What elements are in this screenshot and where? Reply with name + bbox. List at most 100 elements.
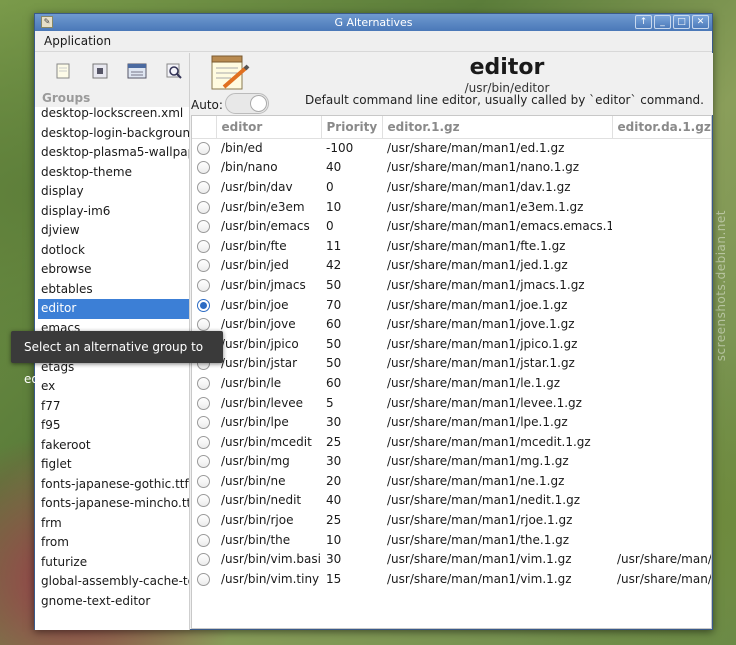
- search-button[interactable]: [160, 59, 188, 83]
- alternative-path-cell: /usr/bin/vim.tiny: [221, 571, 320, 586]
- manpage-da-cell: [612, 158, 711, 178]
- group-item[interactable]: display: [35, 182, 189, 202]
- priority-cell: 50: [326, 336, 342, 351]
- manpage-cell: /usr/share/man/man1/le.1.gz: [387, 375, 561, 390]
- column-header-manpage-da[interactable]: editor.da.1.gz: [612, 116, 711, 139]
- manpage-da-cell: /usr/share/man/da/man1/vim.1.gz: [617, 552, 712, 567]
- radio-cell: [192, 275, 216, 295]
- alternative-radio[interactable]: [197, 161, 210, 175]
- group-item[interactable]: figlet: [35, 455, 189, 475]
- group-item[interactable]: djview: [35, 221, 189, 241]
- alternative-path-cell: /usr/bin/joe: [221, 297, 289, 312]
- column-header-manpage[interactable]: editor.1.gz: [382, 116, 613, 139]
- radio-cell: [192, 373, 216, 393]
- alternative-radio[interactable]: [197, 180, 210, 194]
- priority-cell: 40: [326, 160, 342, 175]
- table-row[interactable]: /usr/bin/rjoe 25/usr/share/man/man1/rjoe.…: [192, 510, 711, 530]
- group-item[interactable]: fonts-japanese-gothic.ttf: [35, 475, 189, 495]
- alternative-radio[interactable]: [197, 416, 210, 430]
- alternative-radio[interactable]: [197, 220, 210, 234]
- minimize-button[interactable]: _: [654, 15, 671, 29]
- table-row[interactable]: /usr/bin/fte 11/usr/share/man/man1/fte.1.…: [192, 236, 711, 256]
- table-row[interactable]: /usr/bin/jpico 50/usr/share/man/man1/jpic…: [192, 334, 711, 354]
- alternative-radio[interactable]: [197, 572, 210, 586]
- table-row[interactable]: /usr/bin/vim.basic 30/usr/share/man/man1/…: [192, 549, 712, 569]
- alternative-radio[interactable]: [197, 200, 210, 214]
- alternative-path-cell: /usr/bin/emacs: [221, 219, 310, 234]
- alternative-radio[interactable]: [197, 396, 210, 410]
- column-header-editor[interactable]: editor: [216, 116, 322, 139]
- maximize-button[interactable]: □: [673, 15, 690, 29]
- group-item[interactable]: global-assembly-cache-tool: [35, 572, 189, 592]
- window-title: G Alternatives: [334, 16, 413, 29]
- alternative-radio[interactable]: [197, 494, 210, 508]
- table-row[interactable]: /usr/bin/le 60/usr/share/man/man1/le.1.gz: [192, 373, 711, 393]
- search-icon: [166, 63, 182, 79]
- auto-toggle[interactable]: [225, 93, 269, 114]
- group-item[interactable]: f77: [35, 397, 189, 417]
- group-item[interactable]: fonts-japanese-mincho.ttf: [35, 494, 189, 514]
- table-row[interactable]: /usr/bin/jove 60/usr/share/man/man1/jove.…: [192, 314, 711, 334]
- table-row[interactable]: /usr/bin/nedit 40/usr/share/man/man1/nedi…: [192, 491, 711, 511]
- group-item[interactable]: f95: [35, 416, 189, 436]
- table-row[interactable]: /usr/bin/the 10/usr/share/man/man1/the.1.…: [192, 530, 711, 550]
- group-item[interactable]: ebrowse: [35, 260, 189, 280]
- alternative-radio[interactable]: [197, 455, 210, 469]
- table-row[interactable]: /usr/bin/levee 5/usr/share/man/man1/levee…: [192, 393, 711, 413]
- table-row[interactable]: /usr/bin/joe 70/usr/share/man/man1/joe.1.…: [192, 295, 711, 315]
- alternative-radio[interactable]: [197, 533, 210, 547]
- priority-cell: 30: [326, 415, 342, 430]
- group-item[interactable]: desktop-plasma5-wallpaper: [35, 143, 189, 163]
- group-item[interactable]: futurize: [35, 553, 189, 573]
- priority-cell: 40: [326, 493, 342, 508]
- manpage-cell: /usr/share/man/man1/the.1.gz: [387, 532, 570, 547]
- table-row[interactable]: /bin/ed -100/usr/share/man/man1/ed.1.gz: [192, 138, 711, 158]
- table-row[interactable]: /usr/bin/lpe 30/usr/share/man/man1/lpe.1.…: [192, 412, 711, 432]
- group-item[interactable]: gnome-text-editor: [35, 592, 189, 612]
- group-item[interactable]: display-im6: [35, 202, 189, 222]
- shade-button[interactable]: ↑: [635, 15, 652, 29]
- alternative-radio[interactable]: [197, 278, 210, 292]
- table-row[interactable]: /usr/bin/emacs 0/usr/share/man/man1/emacs…: [192, 216, 711, 236]
- table-row[interactable]: /usr/bin/mg 30/usr/share/man/man1/mg.1.gz: [192, 452, 711, 472]
- group-item[interactable]: from: [35, 533, 189, 553]
- alternative-radio[interactable]: [197, 376, 210, 390]
- alternative-radio[interactable]: [197, 239, 210, 253]
- watermark-text: screenshots.debian.net: [714, 210, 728, 362]
- alternative-radio[interactable]: [197, 514, 210, 528]
- alternative-path-cell: /usr/bin/jstar: [221, 356, 298, 371]
- close-button[interactable]: ✕: [692, 15, 709, 29]
- table-row[interactable]: /usr/bin/ne 20/usr/share/man/man1/ne.1.gz: [192, 471, 711, 491]
- column-header-priority[interactable]: Priority: [321, 116, 383, 139]
- table-row[interactable]: /usr/bin/mcedit 25/usr/share/man/man1/mce…: [192, 432, 711, 452]
- group-item[interactable]: frm: [35, 514, 189, 534]
- menu-application[interactable]: Application: [35, 34, 120, 48]
- table-row[interactable]: /usr/bin/vim.tiny 15/usr/share/man/man1/v…: [192, 569, 711, 589]
- alternative-radio[interactable]: [197, 259, 210, 273]
- alternative-radio[interactable]: [197, 142, 210, 156]
- table-row[interactable]: /usr/bin/jmacs 50/usr/share/man/man1/jmac…: [192, 275, 711, 295]
- group-item[interactable]: ex: [35, 377, 189, 397]
- manpage-da-cell: [612, 412, 711, 432]
- alternative-radio[interactable]: [197, 298, 210, 312]
- table-row[interactable]: /usr/bin/jed 42/usr/share/man/man1/jed.1.…: [192, 256, 711, 276]
- table-row[interactable]: /usr/bin/dav 0/usr/share/man/man1/dav.1.g…: [192, 177, 711, 197]
- table-row[interactable]: /usr/bin/jstar 50/usr/share/man/man1/jsta…: [192, 354, 711, 374]
- manpage-da-cell: [612, 216, 711, 236]
- group-item[interactable]: desktop-theme: [35, 163, 189, 183]
- app-icon[interactable]: ✎: [41, 16, 53, 28]
- new-document-button[interactable]: [49, 59, 77, 83]
- group-item[interactable]: dotlock: [35, 241, 189, 261]
- properties-button[interactable]: [86, 59, 114, 83]
- alternative-radio[interactable]: [197, 553, 210, 567]
- group-item[interactable]: ebtables: [35, 280, 189, 300]
- group-item[interactable]: fakeroot: [35, 436, 189, 456]
- group-item[interactable]: desktop-login-background: [35, 124, 189, 144]
- preferences-button[interactable]: [123, 59, 151, 83]
- table-row[interactable]: /usr/bin/e3em 10/usr/share/man/man1/e3em.…: [192, 197, 711, 217]
- alternative-radio[interactable]: [197, 318, 210, 332]
- alternative-radio[interactable]: [197, 435, 210, 449]
- group-item[interactable]: desktop-lockscreen.xml: [35, 104, 189, 124]
- alternative-radio[interactable]: [197, 474, 210, 488]
- table-row[interactable]: /bin/nano 40/usr/share/man/man1/nano.1.gz: [192, 158, 711, 178]
